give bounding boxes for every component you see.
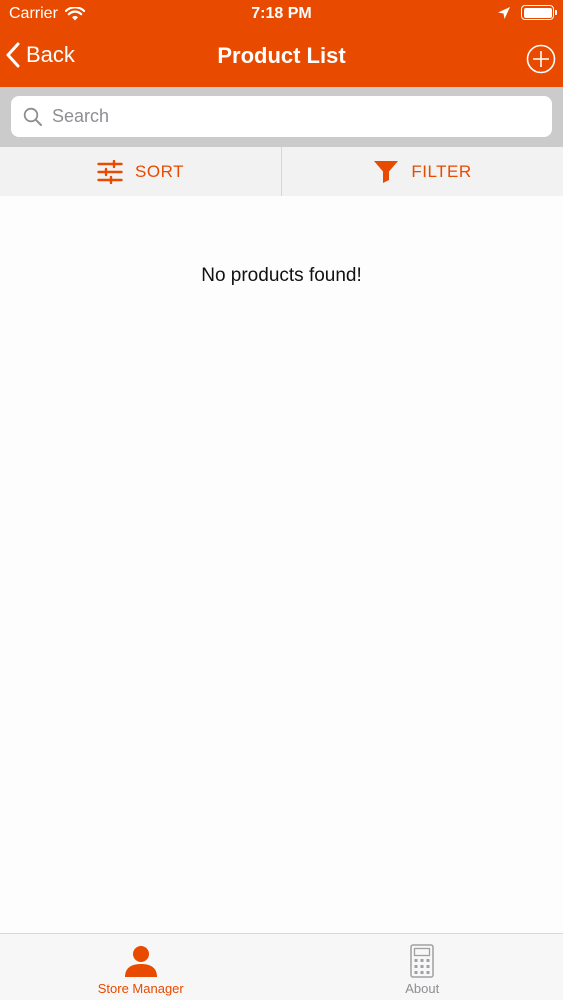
sort-button[interactable]: SORT [0,147,281,196]
battery-icon [521,5,557,20]
filter-button[interactable]: FILTER [282,147,563,196]
tab-about[interactable]: About [282,934,563,1000]
tab-label-about: About [405,981,440,996]
sliders-icon [97,159,123,184]
search-area [0,87,563,147]
sort-label: SORT [135,161,184,181]
filter-label: FILTER [411,161,472,181]
empty-state-message: No products found! [201,265,362,286]
funnel-icon [374,160,399,183]
add-product-button[interactable] [526,44,556,74]
sort-filter-bar: SORT FILTER [0,147,563,196]
calculator-icon [410,944,434,978]
tab-store-manager[interactable]: Store Manager [0,934,282,1000]
page-title: Product List [217,43,346,68]
status-time: 7:18 PM [251,5,312,22]
person-icon [124,946,157,977]
tab-label-store-manager: Store Manager [97,981,184,996]
tab-bar: Store Manager About [0,933,563,1000]
search-icon [23,107,42,126]
status-indicators [497,5,557,20]
search-input[interactable] [52,106,532,127]
search-box[interactable] [11,96,552,137]
location-arrow-icon [498,6,510,19]
status-bar: Carrier 7:18 PM [0,0,563,30]
navigation-bar: Back Product List [0,30,563,87]
header: Carrier 7:18 PM Back Product List [0,0,563,87]
